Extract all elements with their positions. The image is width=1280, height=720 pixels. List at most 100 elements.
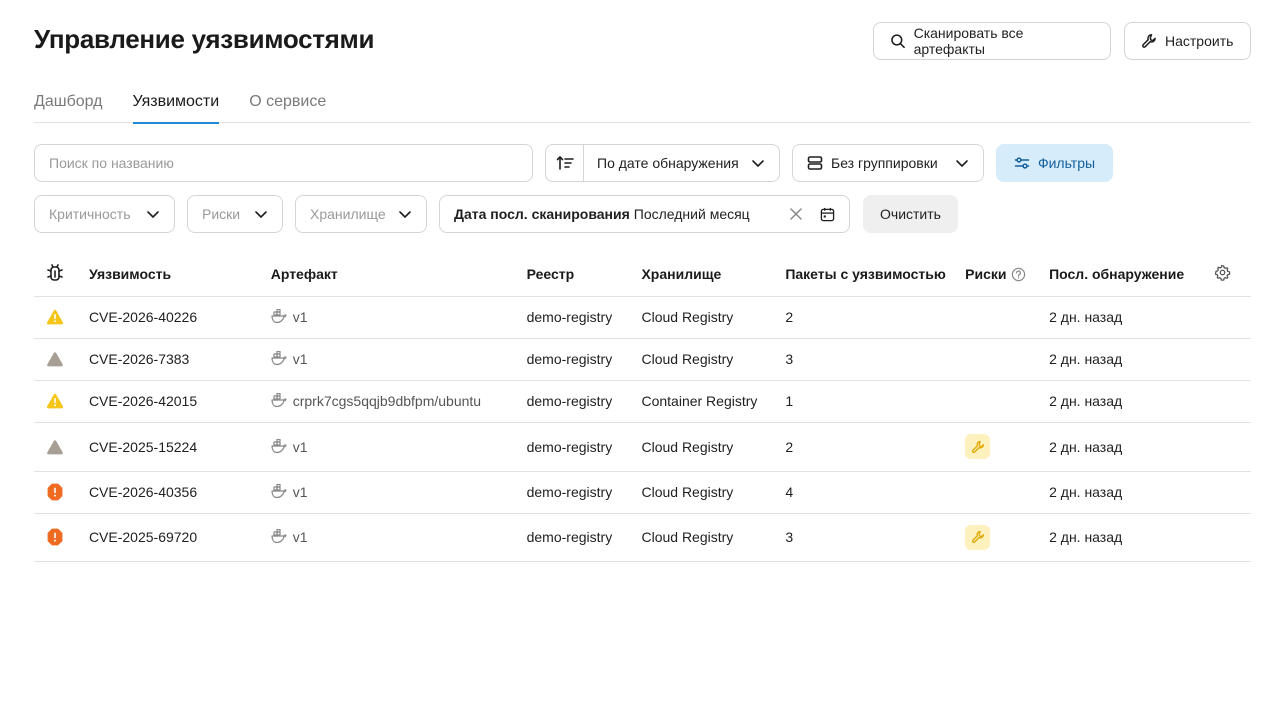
vulnerability-id[interactable]: CVE-2026-40356: [88, 471, 271, 514]
search-placeholder: Поиск по названию: [49, 155, 174, 171]
storage-name: Cloud Registry: [641, 296, 786, 339]
sliders-icon: [1014, 157, 1030, 169]
chevron-down-icon: [752, 160, 764, 167]
severity-cell: [34, 513, 89, 562]
warning-triangle-yellow-icon: [46, 308, 89, 326]
registry-name: demo-registry: [526, 296, 642, 339]
docker-icon: [271, 393, 287, 408]
vulnerabilities-table: Уязвимость Артефакт Реестр Хранилище Пак…: [34, 253, 1251, 562]
configure-button[interactable]: Настроить: [1124, 22, 1251, 60]
artifact-cell: v1: [270, 422, 527, 472]
column-header-risks[interactable]: Риски: [965, 253, 1050, 297]
storage-select[interactable]: Хранилище: [295, 195, 427, 233]
packages-count: 2: [785, 296, 966, 339]
sort-order-button[interactable]: [546, 145, 584, 181]
column-header-last-detected[interactable]: Посл. обнаружение: [1049, 253, 1214, 297]
artifact-name[interactable]: v1: [293, 309, 308, 325]
docker-icon: [271, 438, 287, 453]
chevron-down-icon: [399, 211, 411, 218]
table-row[interactable]: CVE-2026-40226 v1 demo-registry Cloud Re…: [34, 296, 1251, 339]
wrench-icon[interactable]: [965, 524, 991, 550]
artifact-name[interactable]: v1: [293, 351, 308, 367]
risk-cell: [965, 338, 1050, 381]
close-icon[interactable]: [790, 208, 802, 220]
artifact-name[interactable]: crprk7cgs5qqjb9dbfpm/ubuntu: [293, 393, 481, 409]
sort-value: По дате обнаружения: [597, 155, 739, 171]
risks-select[interactable]: Риски: [187, 195, 283, 233]
tab-vulnerabilities[interactable]: Уязвимости: [132, 84, 219, 124]
help-icon[interactable]: [1011, 267, 1026, 282]
severity-column-header[interactable]: [34, 253, 89, 297]
severity-cell: [34, 380, 89, 423]
table-row[interactable]: CVE-2026-40356 v1 demo-registry Cloud Re…: [34, 471, 1251, 514]
column-header-artifact[interactable]: Артефакт: [270, 253, 527, 297]
grouping-value: Без группировки: [831, 155, 938, 171]
vulnerability-id[interactable]: CVE-2025-15224: [88, 422, 271, 472]
last-scan-date-filter[interactable]: Дата посл. сканирования Последний месяц: [439, 195, 850, 233]
column-header-vulnerability[interactable]: Уязвимость: [88, 253, 271, 297]
clear-filters-button[interactable]: Очистить: [863, 195, 958, 233]
artifact-cell: crprk7cgs5qqjb9dbfpm/ubuntu: [270, 380, 527, 423]
wrench-icon: [1142, 34, 1156, 48]
vulnerability-id[interactable]: CVE-2025-69720: [88, 513, 271, 562]
last-detected: 2 дн. назад: [1049, 422, 1214, 472]
registry-name: demo-registry: [526, 338, 642, 381]
row-empty-cell: [1214, 471, 1251, 514]
severity-cell: [34, 422, 89, 472]
packages-count: 1: [785, 380, 966, 423]
triangle-gray-icon: [46, 350, 89, 368]
column-header-registry[interactable]: Реестр: [526, 253, 642, 297]
row-empty-cell: [1214, 338, 1251, 381]
artifact-cell: v1: [270, 296, 527, 339]
bug-icon: [47, 263, 63, 281]
calendar-icon[interactable]: [820, 207, 835, 222]
vulnerability-id[interactable]: CVE-2026-7383: [88, 338, 271, 381]
chevron-down-icon: [956, 160, 968, 167]
tab-dashboard[interactable]: Дашборд: [34, 84, 103, 123]
filters-label: Фильтры: [1037, 155, 1096, 171]
clear-label: Очистить: [880, 206, 941, 222]
table-settings-cell: [1214, 253, 1251, 297]
table-row[interactable]: CVE-2025-15224 v1 demo-registry Cloud Re…: [34, 422, 1251, 472]
vulnerability-id[interactable]: CVE-2026-40226: [88, 296, 271, 339]
vulnerability-id[interactable]: CVE-2026-42015: [88, 380, 271, 423]
storage-name: Cloud Registry: [641, 422, 786, 472]
search-input[interactable]: Поиск по названию: [34, 144, 533, 182]
last-detected: 2 дн. назад: [1049, 513, 1214, 562]
artifact-name[interactable]: v1: [293, 529, 308, 545]
grouping-icon: [807, 156, 823, 170]
registry-name: demo-registry: [526, 422, 642, 472]
storage-placeholder: Хранилище: [310, 206, 386, 222]
risk-cell: [965, 513, 1050, 562]
date-filter-value: Последний месяц: [633, 206, 750, 222]
table-row[interactable]: CVE-2025-69720 v1 demo-registry Cloud Re…: [34, 513, 1251, 562]
artifact-name[interactable]: v1: [293, 484, 308, 500]
sort-select[interactable]: По дате обнаружения: [545, 144, 780, 182]
risk-cell: [965, 380, 1050, 423]
packages-count: 4: [785, 471, 966, 514]
column-header-packages[interactable]: Пакеты с уязвимостью: [785, 253, 966, 297]
chevron-down-icon: [255, 211, 267, 218]
storage-name: Cloud Registry: [641, 338, 786, 381]
tab-about[interactable]: О сервисе: [249, 84, 326, 123]
docker-icon: [271, 351, 287, 366]
table-row[interactable]: CVE-2026-42015 crprk7cgs5qqjb9dbfpm/ubun…: [34, 380, 1251, 423]
sort-icon: [556, 155, 574, 170]
table-row[interactable]: CVE-2026-7383 v1 demo-registry Cloud Reg…: [34, 338, 1251, 381]
criticality-select[interactable]: Критичность: [34, 195, 175, 233]
risk-cell: [965, 471, 1050, 514]
risk-cell: [965, 422, 1050, 472]
wrench-icon[interactable]: [965, 434, 991, 459]
gear-icon[interactable]: [1214, 264, 1231, 282]
filters-button[interactable]: Фильтры: [996, 144, 1113, 182]
docker-icon: [271, 484, 287, 499]
scan-all-artifacts-button[interactable]: Сканировать все артефакты: [873, 22, 1111, 60]
row-empty-cell: [1214, 380, 1251, 423]
artifact-name[interactable]: v1: [293, 439, 308, 455]
risks-header-label: Риски: [965, 266, 1007, 283]
docker-icon: [271, 309, 287, 324]
grouping-select[interactable]: Без группировки: [792, 144, 984, 182]
column-header-storage[interactable]: Хранилище: [641, 253, 786, 297]
registry-name: demo-registry: [526, 513, 642, 562]
risks-placeholder: Риски: [202, 206, 241, 222]
